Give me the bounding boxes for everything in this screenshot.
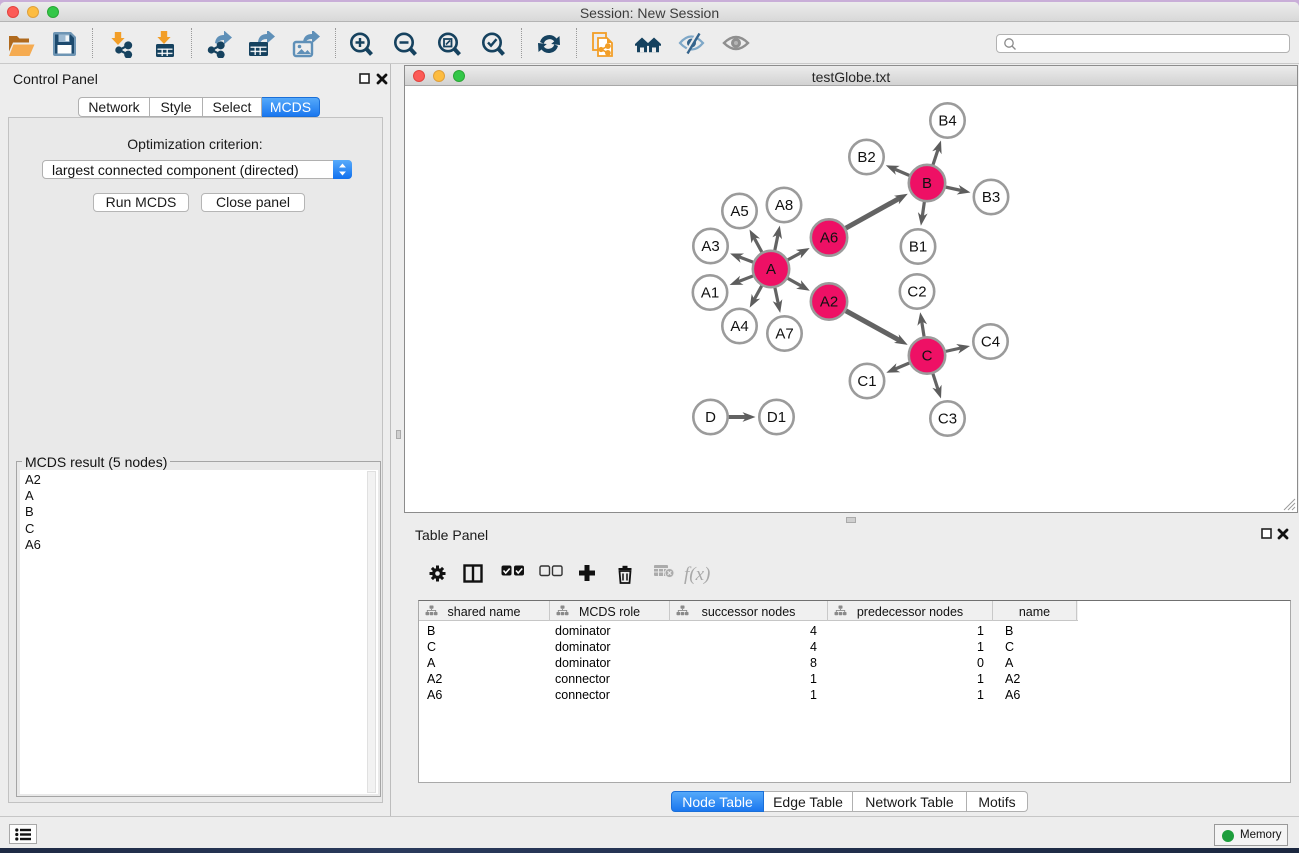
svg-text:A5: A5	[730, 203, 748, 220]
svg-text:C3: C3	[938, 411, 957, 428]
svg-text:B: B	[922, 175, 932, 192]
svg-text:B2: B2	[857, 149, 875, 166]
svg-text:B3: B3	[982, 189, 1000, 206]
svg-text:A1: A1	[701, 285, 719, 302]
svg-text:B4: B4	[938, 113, 956, 130]
svg-text:C1: C1	[857, 373, 876, 390]
svg-text:A2: A2	[820, 294, 838, 311]
svg-text:A4: A4	[730, 318, 748, 335]
svg-text:A7: A7	[775, 326, 793, 343]
svg-text:A: A	[766, 261, 776, 278]
svg-text:D: D	[705, 409, 716, 426]
svg-text:C2: C2	[907, 284, 926, 301]
svg-text:C4: C4	[981, 334, 1000, 351]
svg-text:D1: D1	[767, 409, 786, 426]
svg-text:A6: A6	[820, 230, 838, 247]
svg-text:B1: B1	[909, 239, 927, 256]
svg-text:C: C	[922, 348, 933, 365]
svg-text:A8: A8	[775, 197, 793, 214]
svg-text:A3: A3	[701, 238, 719, 255]
